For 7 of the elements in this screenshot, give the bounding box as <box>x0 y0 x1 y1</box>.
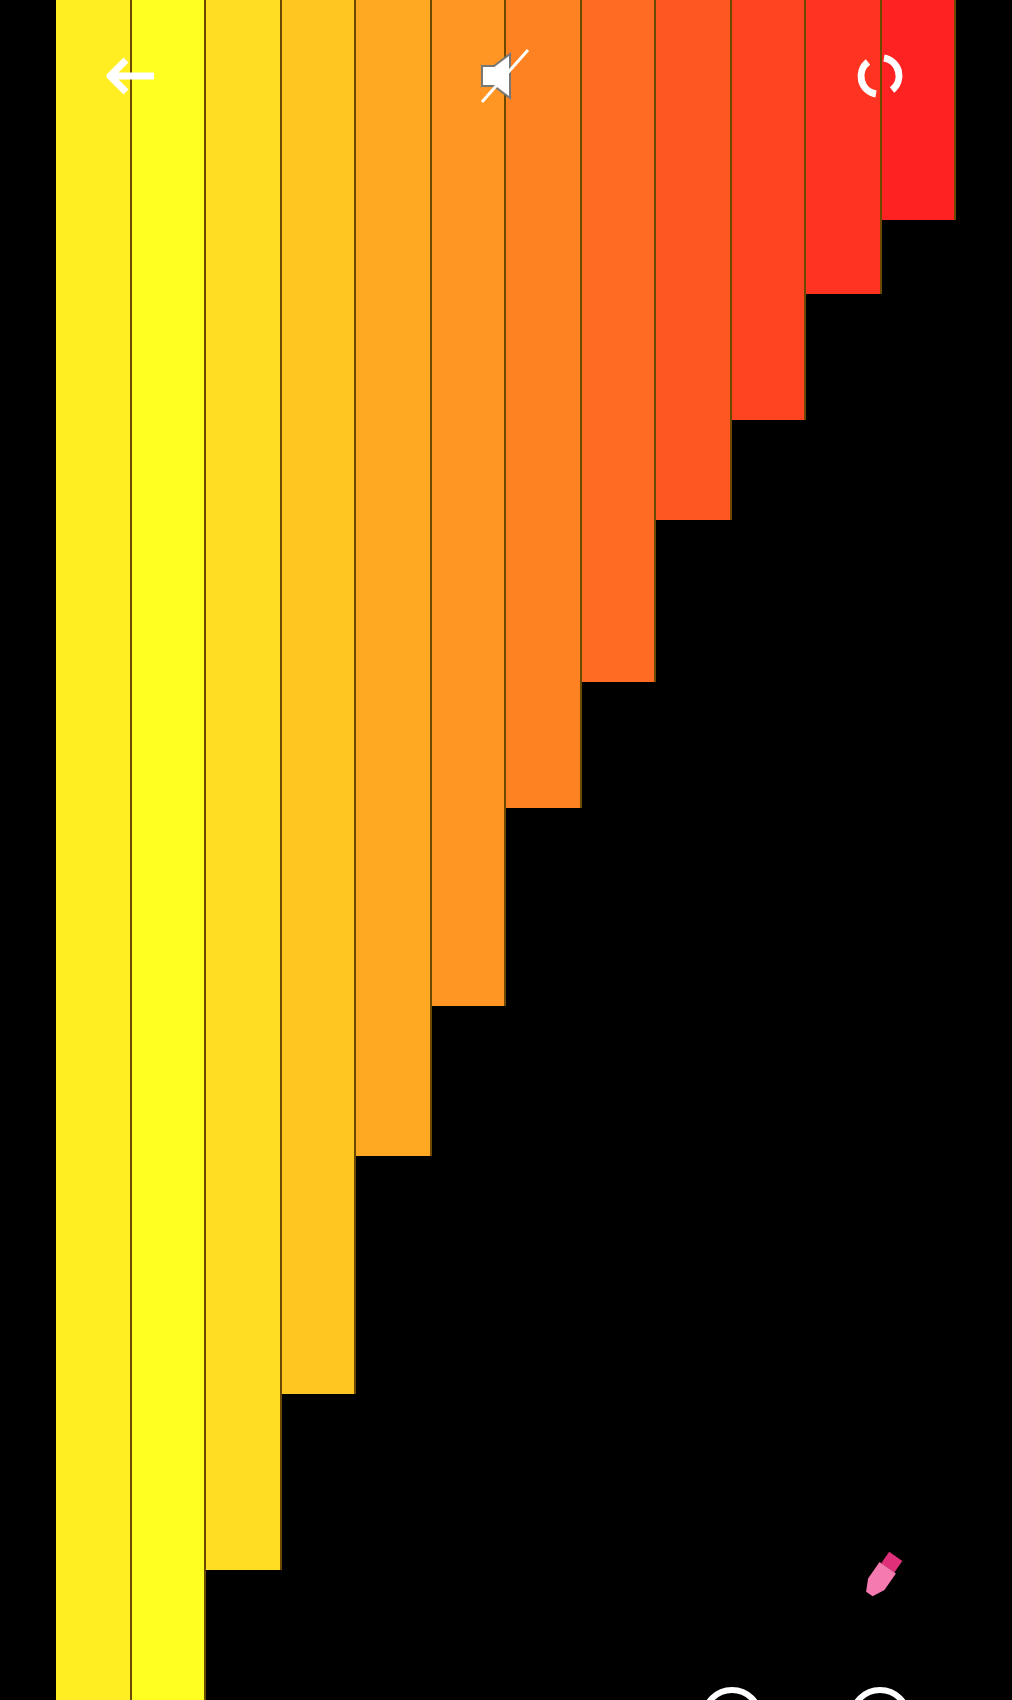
muted-speaker-icon <box>476 48 532 104</box>
back-button[interactable] <box>104 52 160 100</box>
xylophone-bar[interactable] <box>131 0 206 1700</box>
xylophone-bar[interactable] <box>281 0 356 1394</box>
back-arrow-icon <box>106 56 158 96</box>
xylophone-bar[interactable] <box>431 0 506 1007</box>
refresh-icon <box>854 50 906 102</box>
